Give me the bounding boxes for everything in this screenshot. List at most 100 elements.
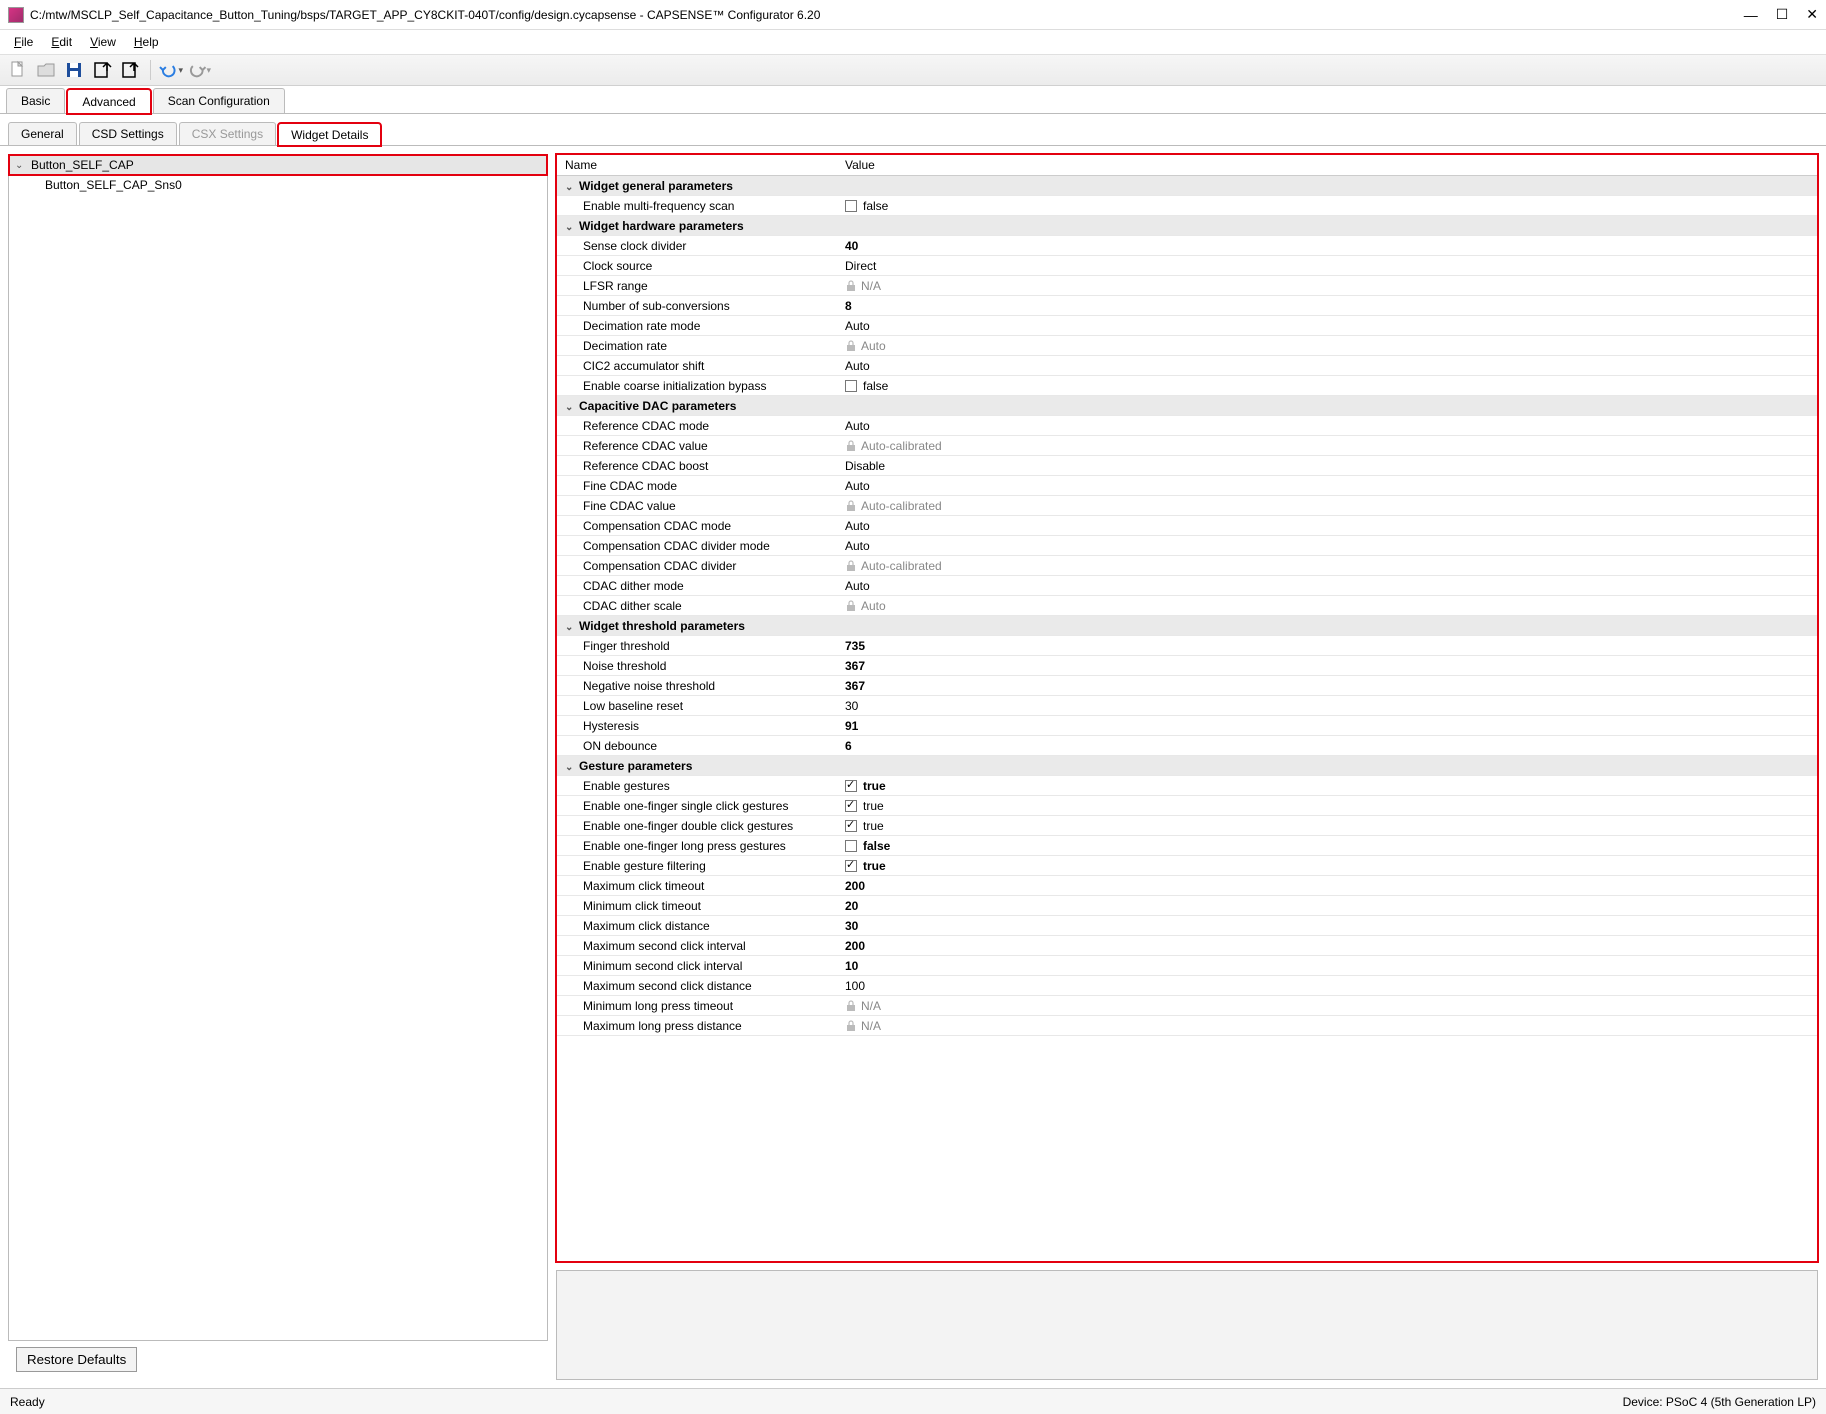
param-value[interactable]: false bbox=[837, 376, 1817, 396]
param-value[interactable]: 100 bbox=[837, 976, 1817, 996]
menu-help[interactable]: Help bbox=[126, 33, 167, 51]
collapse-icon[interactable]: ⌄ bbox=[565, 762, 577, 773]
checkbox[interactable] bbox=[845, 860, 857, 872]
param-name: LFSR range bbox=[557, 276, 837, 296]
param-value[interactable]: 40 bbox=[837, 236, 1817, 256]
param-value[interactable]: Auto-calibrated bbox=[837, 496, 1817, 516]
group-header[interactable]: ⌄Widget general parameters bbox=[557, 176, 1817, 196]
checkbox[interactable] bbox=[845, 200, 857, 212]
subtab-widget-details[interactable]: Widget Details bbox=[278, 123, 381, 146]
subtab-csd-settings[interactable]: CSD Settings bbox=[79, 122, 177, 145]
property-grid[interactable]: Name Value ⌄Widget general parameters Ena… bbox=[556, 154, 1818, 1262]
param-value[interactable]: true bbox=[837, 776, 1817, 796]
import-icon[interactable] bbox=[90, 58, 114, 82]
redo-icon[interactable]: ▾ bbox=[187, 58, 211, 82]
menu-view[interactable]: View bbox=[82, 33, 124, 51]
checkbox[interactable] bbox=[845, 840, 857, 852]
open-file-icon[interactable] bbox=[34, 58, 58, 82]
param-name: CDAC dither scale bbox=[557, 596, 837, 616]
param-value[interactable]: Auto bbox=[837, 316, 1817, 336]
param-name: Minimum click timeout bbox=[557, 896, 837, 916]
subtab-general[interactable]: General bbox=[8, 122, 77, 145]
restore-defaults-button[interactable]: Restore Defaults bbox=[16, 1347, 137, 1372]
export-icon[interactable] bbox=[118, 58, 142, 82]
param-value[interactable]: 8 bbox=[837, 296, 1817, 316]
param-value[interactable]: Auto bbox=[837, 536, 1817, 556]
expand-icon[interactable]: ⌄ bbox=[15, 160, 27, 171]
collapse-icon[interactable]: ⌄ bbox=[565, 402, 577, 413]
param-value[interactable]: 91 bbox=[837, 716, 1817, 736]
tab-basic[interactable]: Basic bbox=[6, 88, 65, 113]
param-value[interactable]: Auto bbox=[837, 416, 1817, 436]
param-value[interactable]: false bbox=[837, 196, 1817, 216]
param-value[interactable]: Auto bbox=[837, 596, 1817, 616]
param-value[interactable]: 20 bbox=[837, 896, 1817, 916]
param-value[interactable]: N/A bbox=[837, 1016, 1817, 1036]
param-value[interactable]: true bbox=[837, 816, 1817, 836]
param-name: Fine CDAC mode bbox=[557, 476, 837, 496]
param-value[interactable]: 6 bbox=[837, 736, 1817, 756]
param-name: Maximum click timeout bbox=[557, 876, 837, 896]
param-value[interactable]: 200 bbox=[837, 936, 1817, 956]
sub-tabs: General CSD Settings CSX Settings Widget… bbox=[0, 120, 1826, 146]
checkbox[interactable] bbox=[845, 780, 857, 792]
param-value[interactable]: false bbox=[837, 836, 1817, 856]
col-name[interactable]: Name bbox=[557, 155, 837, 176]
param-value[interactable]: Auto bbox=[837, 576, 1817, 596]
param-value[interactable]: 367 bbox=[837, 656, 1817, 676]
param-name: Enable one-finger long press gestures bbox=[557, 836, 837, 856]
statusbar: Ready Device: PSoC 4 (5th Generation LP) bbox=[0, 1388, 1826, 1414]
param-value[interactable]: true bbox=[837, 856, 1817, 876]
param-value[interactable]: N/A bbox=[837, 276, 1817, 296]
param-value[interactable]: 200 bbox=[837, 876, 1817, 896]
status-text: Ready bbox=[10, 1395, 45, 1409]
param-value[interactable]: N/A bbox=[837, 996, 1817, 1016]
param-name: Enable one-finger single click gestures bbox=[557, 796, 837, 816]
checkbox[interactable] bbox=[845, 820, 857, 832]
lock-icon bbox=[845, 280, 857, 292]
param-name: Negative noise threshold bbox=[557, 676, 837, 696]
param-value[interactable]: 30 bbox=[837, 696, 1817, 716]
param-value[interactable]: Auto bbox=[837, 336, 1817, 356]
param-value[interactable]: Direct bbox=[837, 256, 1817, 276]
param-value[interactable]: Auto-calibrated bbox=[837, 556, 1817, 576]
tab-advanced[interactable]: Advanced bbox=[67, 89, 150, 114]
subtab-csx-settings: CSX Settings bbox=[179, 122, 276, 145]
undo-icon[interactable]: ▾ bbox=[159, 58, 183, 82]
maximize-button[interactable]: ☐ bbox=[1776, 6, 1789, 23]
param-value[interactable]: Auto bbox=[837, 356, 1817, 376]
param-name: Reference CDAC value bbox=[557, 436, 837, 456]
col-value[interactable]: Value bbox=[837, 155, 1817, 176]
tree-item-button-self-cap[interactable]: ⌄ Button_SELF_CAP bbox=[9, 155, 547, 175]
param-value[interactable]: 735 bbox=[837, 636, 1817, 656]
param-value[interactable]: Auto bbox=[837, 516, 1817, 536]
widget-tree[interactable]: ⌄ Button_SELF_CAP Button_SELF_CAP_Sns0 bbox=[8, 154, 548, 1341]
minimize-button[interactable]: — bbox=[1744, 7, 1758, 23]
param-value[interactable]: 367 bbox=[837, 676, 1817, 696]
tree-item-button-self-cap-sns0[interactable]: Button_SELF_CAP_Sns0 bbox=[9, 175, 547, 195]
group-header[interactable]: ⌄Capacitive DAC parameters bbox=[557, 396, 1817, 416]
menu-file[interactable]: File bbox=[6, 33, 41, 51]
param-value[interactable]: Disable bbox=[837, 456, 1817, 476]
param-value[interactable]: Auto bbox=[837, 476, 1817, 496]
group-header[interactable]: ⌄Gesture parameters bbox=[557, 756, 1817, 776]
new-file-icon[interactable] bbox=[6, 58, 30, 82]
collapse-icon[interactable]: ⌄ bbox=[565, 182, 577, 193]
param-name: Compensation CDAC divider bbox=[557, 556, 837, 576]
param-value[interactable]: 10 bbox=[837, 956, 1817, 976]
save-icon[interactable] bbox=[62, 58, 86, 82]
checkbox[interactable] bbox=[845, 800, 857, 812]
param-value[interactable]: 30 bbox=[837, 916, 1817, 936]
group-header[interactable]: ⌄Widget hardware parameters bbox=[557, 216, 1817, 236]
tab-scan-configuration[interactable]: Scan Configuration bbox=[153, 88, 285, 113]
toolbar: ▾ ▾ bbox=[0, 54, 1826, 86]
menu-edit[interactable]: Edit bbox=[43, 33, 80, 51]
group-header[interactable]: ⌄Widget threshold parameters bbox=[557, 616, 1817, 636]
collapse-icon[interactable]: ⌄ bbox=[565, 222, 577, 233]
param-value[interactable]: true bbox=[837, 796, 1817, 816]
collapse-icon[interactable]: ⌄ bbox=[565, 622, 577, 633]
close-button[interactable]: ✕ bbox=[1806, 6, 1818, 23]
param-value[interactable]: Auto-calibrated bbox=[837, 436, 1817, 456]
checkbox[interactable] bbox=[845, 380, 857, 392]
param-name: ON debounce bbox=[557, 736, 837, 756]
